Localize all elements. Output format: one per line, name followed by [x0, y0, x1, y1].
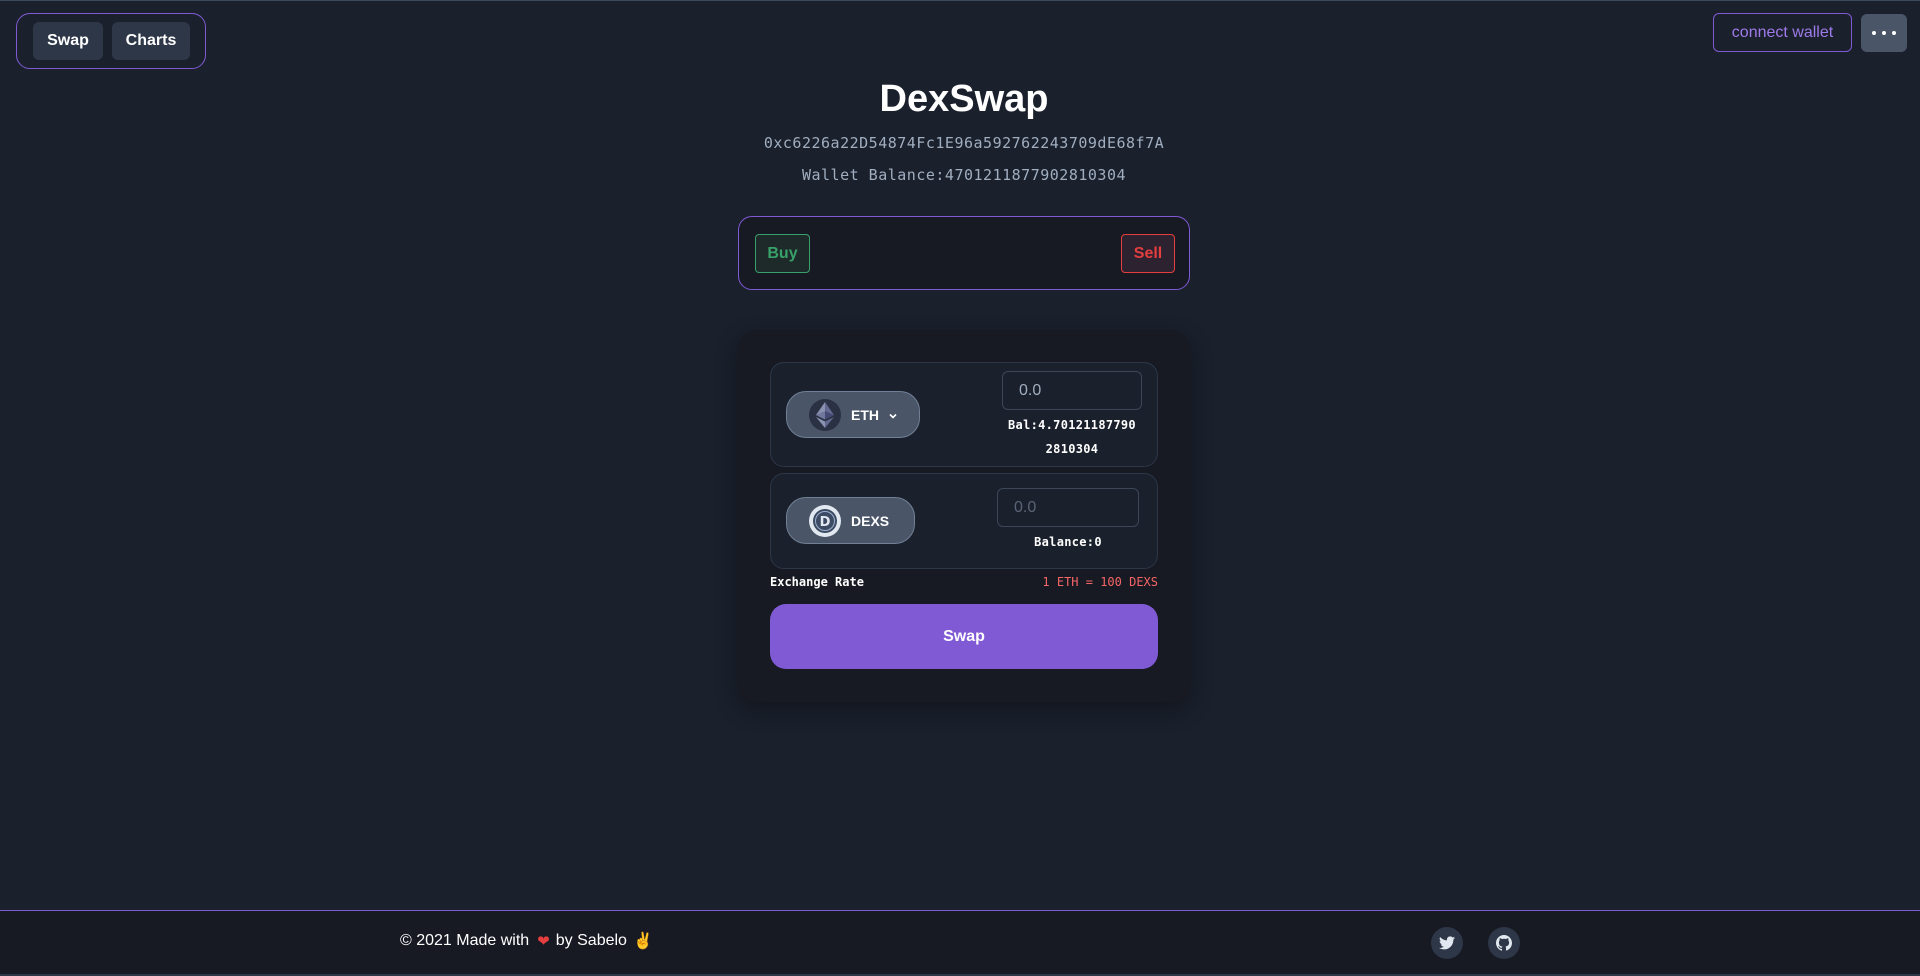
footer-credit: © 2021 Made with ❤ by Sabelo ✌: [400, 931, 653, 951]
buy-button[interactable]: Buy: [755, 234, 810, 273]
footer-author: by Sabelo: [555, 932, 627, 949]
from-token-row: ETH Bal:4.70121187790 2810304: [770, 362, 1158, 467]
more-dot: [1882, 31, 1886, 35]
github-icon[interactable]: [1488, 927, 1520, 959]
peace-icon: ✌: [632, 933, 653, 950]
heart-icon: ❤: [537, 933, 550, 950]
buy-sell-panel: Buy Sell: [738, 216, 1190, 290]
from-balance-line: 2810304: [1045, 442, 1099, 456]
to-token-select[interactable]: D DEXS: [786, 497, 915, 544]
ethereum-icon: [809, 398, 841, 431]
more-menu-button[interactable]: [1861, 14, 1907, 52]
page-title: DexSwap: [879, 78, 1049, 120]
to-amount-input[interactable]: [997, 488, 1139, 527]
from-token-label: ETH: [851, 406, 879, 423]
exchange-rate-value: 1 ETH = 100 DEXS: [1042, 575, 1158, 589]
to-token-row: D DEXS Balance:0: [770, 473, 1158, 569]
nav-group: Swap Charts: [16, 13, 206, 69]
nav-charts-button[interactable]: Charts: [112, 22, 190, 60]
from-token-select[interactable]: ETH: [786, 391, 920, 438]
swap-card: ETH Bal:4.70121187790 2810304 D DEXS Bal…: [738, 330, 1190, 702]
footer: © 2021 Made with ❤ by Sabelo ✌: [0, 910, 1920, 975]
exchange-rate-label: Exchange Rate: [770, 575, 864, 589]
dexs-token-icon: D: [809, 504, 841, 537]
wallet-balance: Wallet Balance:4701211877902810304: [801, 166, 1127, 184]
more-dot: [1892, 31, 1896, 35]
chevron-down-icon: [887, 409, 899, 421]
sell-button[interactable]: Sell: [1121, 234, 1175, 273]
wallet-address: 0xc6226a22D54874Fc1E96a592762243709dE68f…: [763, 134, 1165, 152]
to-balance: Balance:0: [1034, 535, 1102, 549]
from-balance-line: Bal:4.70121187790: [1008, 418, 1136, 432]
nav-swap-button[interactable]: Swap: [33, 22, 103, 60]
to-token-label: DEXS: [851, 512, 890, 529]
footer-text: © 2021 Made with: [400, 932, 530, 949]
twitter-icon[interactable]: [1431, 927, 1463, 959]
from-balance: Bal:4.70121187790 2810304: [1002, 413, 1142, 461]
more-dot: [1872, 31, 1876, 35]
swap-button[interactable]: Swap: [770, 604, 1158, 669]
svg-text:D: D: [820, 515, 831, 530]
top-border: [0, 0, 1920, 1]
connect-wallet-button[interactable]: connect wallet: [1713, 13, 1852, 52]
from-amount-input[interactable]: [1002, 371, 1142, 410]
